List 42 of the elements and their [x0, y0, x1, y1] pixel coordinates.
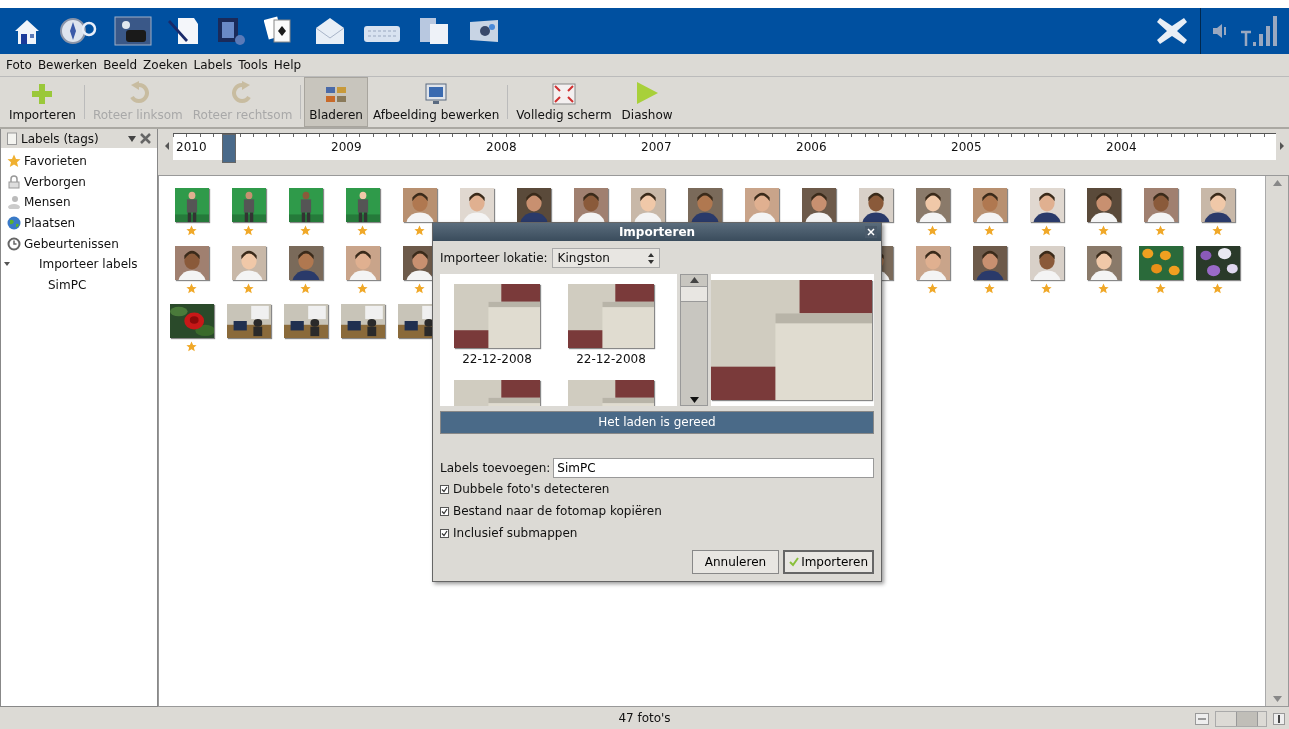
field-label: Labels toevoegen: — [440, 461, 551, 475]
timeline[interactable]: 2010 2009 2008 2007 2006 2005 2004 — [173, 133, 1276, 160]
dialog-title: Importeren — [618, 225, 696, 239]
menu-item[interactable]: Foto — [6, 58, 32, 72]
tag-item[interactable]: Plaatsen — [24, 216, 76, 231]
year-label: 2010 — [176, 140, 208, 154]
tag-item[interactable]: Mensen — [24, 195, 71, 210]
checkbox-label[interactable]: Inclusief submappen — [453, 526, 578, 540]
location-dropdown[interactable]: Kingston — [551, 248, 660, 268]
year-label: 2006 — [796, 140, 828, 154]
progress-text: Het laden is gereed — [597, 414, 717, 431]
tag-item[interactable]: SimPC — [48, 277, 87, 292]
year-label: 2007 — [641, 140, 673, 154]
menu-item[interactable]: Help — [273, 58, 302, 72]
menu-item[interactable]: Zoeken — [143, 58, 188, 72]
photo-date: 22-12-2008 — [576, 352, 646, 366]
menu-item[interactable]: Tools — [238, 58, 268, 72]
menu-item[interactable]: Bewerken — [37, 58, 98, 72]
year-label: 2008 — [486, 140, 518, 154]
toolbar-button[interactable]: Importeren — [4, 77, 81, 127]
toolbar-button[interactable]: Volledig scherm — [511, 77, 617, 127]
toolbar-button[interactable]: Afbeelding bewerken — [367, 77, 505, 127]
labels-field[interactable]: SimPC — [553, 458, 874, 478]
tag-item[interactable]: Verborgen — [24, 174, 86, 189]
checkbox-label[interactable]: Dubbele foto's detecteren — [453, 482, 610, 496]
toolbar-button[interactable]: Diashow — [616, 77, 678, 127]
photo-date: 22-12-2008 — [462, 352, 532, 366]
year-label: 2004 — [1106, 140, 1138, 154]
tag-item[interactable]: Importeer labels — [39, 257, 138, 272]
panel-title: Labels (tags) — [21, 131, 100, 146]
toolbar-button[interactable]: Bladeren — [304, 77, 368, 127]
status-text: 47 foto's — [618, 711, 671, 725]
field-label: Importeer lokatie: — [440, 251, 548, 265]
checkbox-label[interactable]: Bestand naar de fotomap kopiëren — [453, 504, 662, 518]
tag-item[interactable]: Gebeurtenissen — [24, 236, 119, 251]
year-label: 2005 — [951, 140, 983, 154]
tag-item[interactable]: Favorieten — [24, 154, 87, 169]
menu-item[interactable]: Beeld — [103, 58, 138, 72]
year-label: 2009 — [331, 140, 363, 154]
cancel-button[interactable]: Annuleren — [691, 550, 780, 574]
menu-item[interactable]: Labels — [193, 58, 233, 72]
import-button[interactable]: Importeren — [783, 550, 874, 574]
